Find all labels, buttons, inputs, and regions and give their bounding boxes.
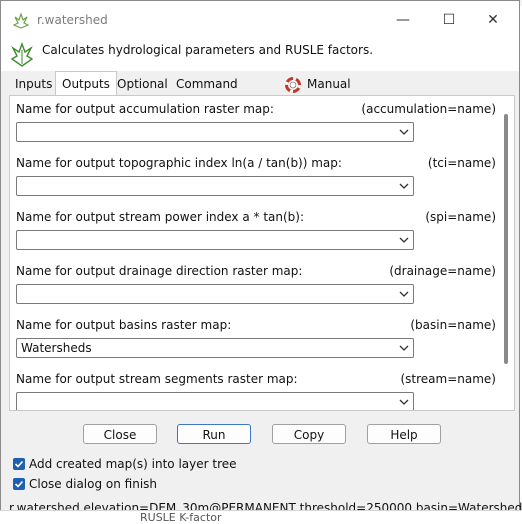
chevron-down-icon[interactable] <box>399 288 409 300</box>
help-button[interactable]: Help <box>367 424 441 444</box>
field-key: (stream=name) <box>400 372 496 386</box>
chevron-down-icon[interactable] <box>399 180 409 192</box>
module-description: Calculates hydrological parameters and R… <box>42 43 374 57</box>
field-key: (drainage=name) <box>389 264 496 278</box>
chevron-down-icon[interactable] <box>399 234 409 246</box>
tab-optional[interactable]: Optional <box>111 73 174 95</box>
copy-button[interactable]: Copy <box>272 424 346 444</box>
background-window-bottom: RUSLE K-factor <box>0 510 522 524</box>
grass-app-icon <box>12 12 30 29</box>
checkbox-label: Add created map(s) into layer tree <box>29 457 237 471</box>
checkbox-checked[interactable] <box>13 458 25 470</box>
drainage-combo[interactable] <box>16 284 414 304</box>
chevron-down-icon[interactable] <box>399 342 409 354</box>
close-button[interactable]: Close <box>83 424 157 444</box>
field-label: Name for output stream power index a * t… <box>16 210 305 224</box>
minimize-button[interactable]: — <box>389 9 417 31</box>
basin-combo[interactable]: Watersheds <box>16 338 414 358</box>
field-label: Name for output topographic index ln(a /… <box>16 156 342 170</box>
background-item: RUSLE K-factor <box>140 511 222 524</box>
field-key: (spi=name) <box>425 210 496 224</box>
combo-value: Watersheds <box>21 341 92 355</box>
tci-combo[interactable] <box>16 176 414 196</box>
field-label: Name for output basins raster map: <box>16 318 232 332</box>
field-key: (accumulation=name) <box>361 102 496 116</box>
spi-combo[interactable] <box>16 230 414 250</box>
grass-logo-icon <box>10 42 34 68</box>
tab-manual[interactable]: Manual <box>281 73 357 95</box>
field-label: Name for output accumulation raster map: <box>16 102 274 116</box>
title-bar: r.watershed — ☐ ✕ <box>1 1 519 40</box>
chevron-down-icon[interactable] <box>399 396 409 408</box>
tab-manual-label: Manual <box>307 77 351 91</box>
module-description-row: Calculates hydrological parameters and R… <box>1 39 519 71</box>
field-key: (basin=name) <box>410 318 496 332</box>
window-title: r.watershed <box>37 13 108 27</box>
tab-outputs[interactable]: Outputs <box>55 71 117 95</box>
field-label: Name for output drainage direction raste… <box>16 264 303 278</box>
accumulation-combo[interactable] <box>16 122 414 142</box>
outputs-panel: Name for output accumulation raster map:… <box>9 95 515 411</box>
run-button[interactable]: Run <box>177 424 251 444</box>
maximize-button[interactable]: ☐ <box>435 9 463 31</box>
field-key: (tci=name) <box>427 156 496 170</box>
button-row: Close Run Copy Help <box>1 424 519 446</box>
r-watershed-dialog: r.watershed — ☐ ✕ Calculates hydrologica… <box>0 0 522 520</box>
chevron-down-icon[interactable] <box>399 126 409 138</box>
tab-command-output[interactable]: Command output <box>170 73 244 113</box>
close-window-button[interactable]: ✕ <box>479 9 507 31</box>
checkbox-checked[interactable] <box>13 478 25 490</box>
vertical-scrollbar[interactable] <box>504 114 508 364</box>
tab-inputs[interactable]: Inputs <box>9 73 58 95</box>
stream-combo[interactable] <box>16 392 414 410</box>
field-label: Name for output stream segments raster m… <box>16 372 298 386</box>
checkbox-label: Close dialog on finish <box>29 477 158 491</box>
